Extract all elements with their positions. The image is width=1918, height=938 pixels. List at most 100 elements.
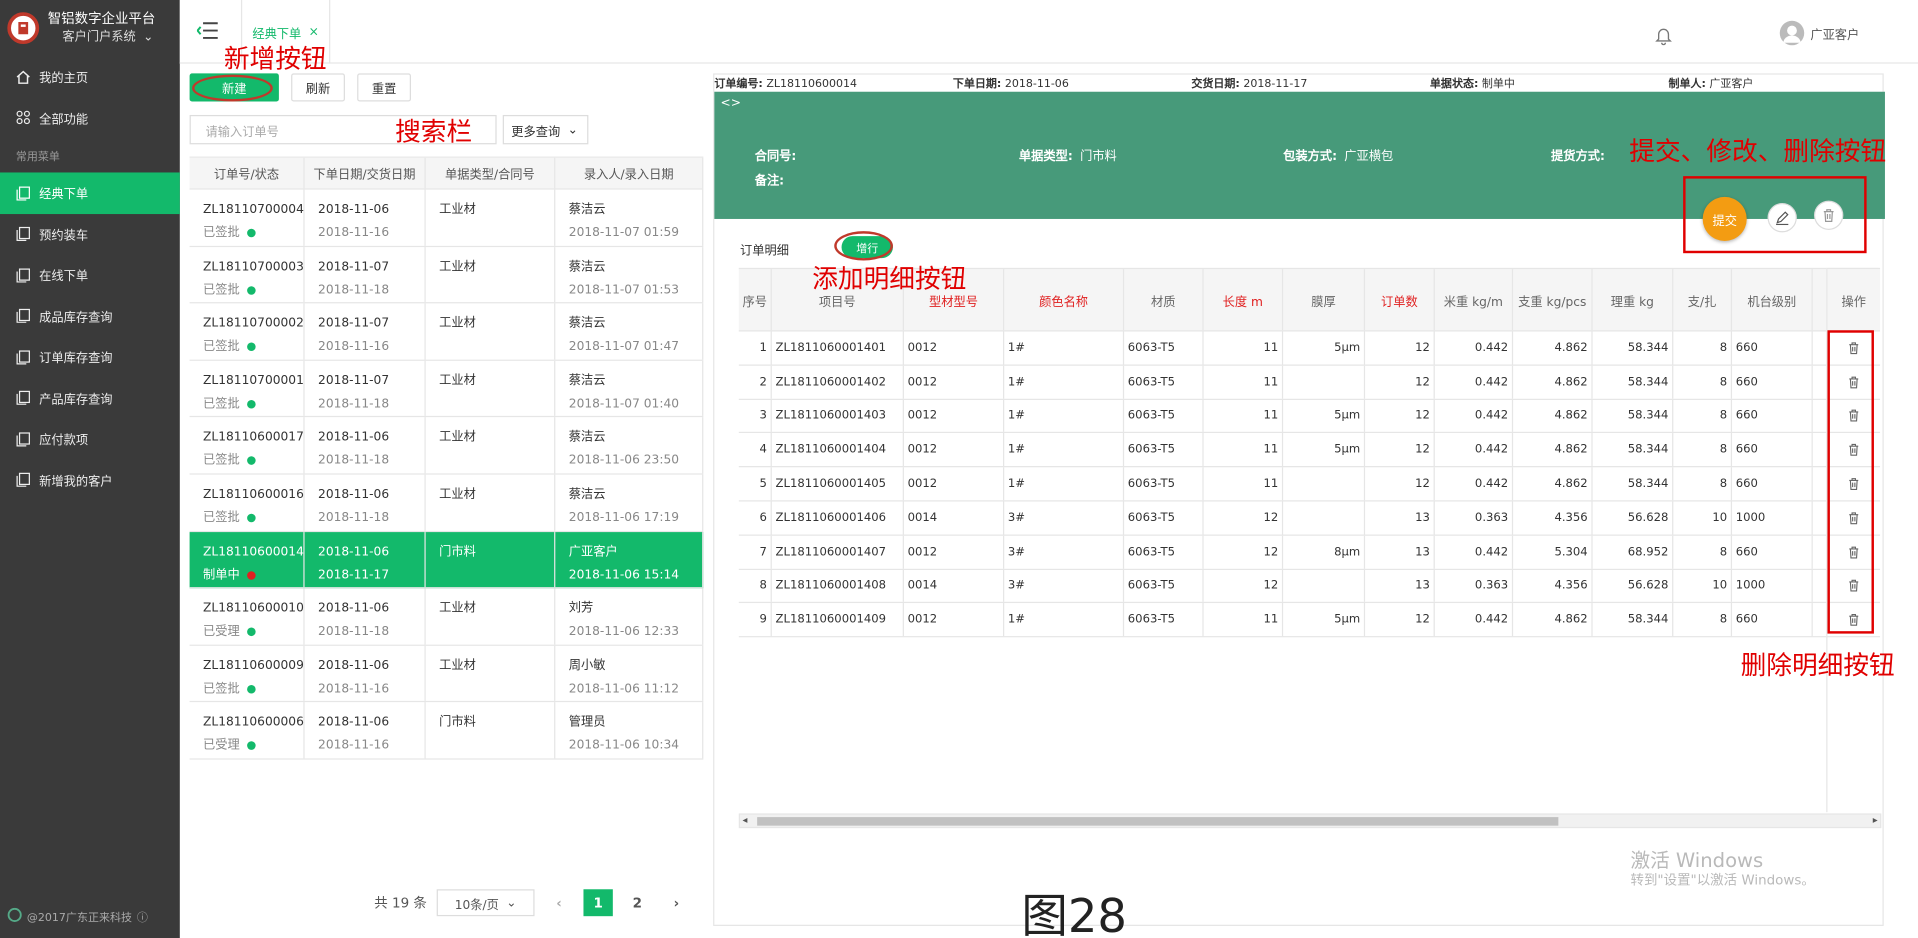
detail-cell[interactable]: 3# — [1004, 569, 1125, 603]
user-menu[interactable]: 广亚客户 — [1779, 20, 1859, 46]
detail-cell[interactable]: 11 — [1204, 467, 1284, 501]
detail-cell[interactable]: 12 — [1365, 331, 1435, 365]
detail-cell[interactable]: 12 — [1365, 467, 1435, 501]
detail-cell[interactable]: 12 — [1204, 569, 1284, 603]
detail-cell[interactable]: 6063-T5 — [1124, 467, 1204, 501]
detail-cell[interactable]: 8 — [1673, 603, 1733, 637]
list-row[interactable]: ZL18110600017 已签批 2018-11-06 2018-11-18 工业材 蔡… — [189, 417, 704, 475]
detail-cell[interactable]: 0012 — [904, 433, 1005, 467]
detail-cell[interactable]: 11 — [1204, 331, 1284, 365]
scrollbar-thumb[interactable] — [757, 817, 1559, 826]
nav-item-5[interactable]: 产品库存查询 — [0, 377, 180, 418]
detail-cell[interactable]: ZL1811060001407 — [772, 535, 904, 569]
detail-cell[interactable]: 0012 — [904, 365, 1005, 399]
detail-cell[interactable]: ZL1811060001408 — [772, 569, 904, 603]
scroll-right-icon[interactable]: ▸ — [1873, 815, 1878, 826]
detail-cell[interactable]: 8 — [1673, 365, 1733, 399]
detail-cell[interactable]: 0.442 — [1435, 535, 1514, 569]
detail-cell[interactable]: 660 — [1732, 433, 1813, 467]
detail-cell[interactable]: 6063-T5 — [1124, 365, 1204, 399]
detail-cell[interactable]: 1# — [1004, 331, 1125, 365]
detail-cell[interactable]: 6063-T5 — [1124, 331, 1204, 365]
detail-cell[interactable]: 13 — [1365, 535, 1435, 569]
detail-cell[interactable]: 660 — [1732, 399, 1813, 433]
system-selector[interactable]: 客户门户系统 ⌄ — [62, 28, 155, 46]
detail-cell[interactable]: 58.344 — [1593, 365, 1674, 399]
advanced-search-dropdown[interactable]: 更多查询 ⌄ — [502, 114, 589, 145]
list-row[interactable]: ZL18110600016 已签批 2018-11-06 2018-11-18 工业材 蔡… — [189, 474, 704, 532]
detail-cell[interactable]: 4.862 — [1513, 331, 1593, 365]
detail-cell[interactable]: 660 — [1732, 331, 1813, 365]
menu-toggle-icon[interactable] — [196, 22, 219, 43]
detail-cell[interactable]: 11 — [1204, 603, 1284, 637]
horizontal-scrollbar[interactable]: ◂ ▸ — [738, 813, 1882, 829]
collapse-toggle-icon[interactable]: <> — [720, 97, 741, 110]
detail-cell[interactable]: ZL1811060001401 — [772, 331, 904, 365]
detail-cell[interactable]: 4.356 — [1513, 569, 1593, 603]
detail-cell[interactable]: 5μm — [1283, 331, 1366, 365]
detail-cell[interactable]: 0014 — [904, 569, 1005, 603]
close-icon[interactable]: × — [309, 25, 319, 38]
detail-cell[interactable]: 660 — [1732, 467, 1813, 501]
detail-cell[interactable]: 58.344 — [1593, 467, 1674, 501]
detail-cell[interactable]: 12 — [1365, 365, 1435, 399]
detail-cell[interactable]: 1# — [1004, 365, 1125, 399]
detail-cell[interactable]: 4.862 — [1513, 467, 1593, 501]
nav-item-0[interactable]: 经典下单 — [0, 172, 180, 214]
detail-cell[interactable]: 5.304 — [1513, 535, 1593, 569]
page-1[interactable]: 1 — [583, 889, 613, 917]
detail-cell[interactable]: 8 — [1673, 331, 1733, 365]
next-page-icon[interactable]: › — [662, 889, 691, 916]
detail-cell[interactable]: 660 — [1732, 365, 1813, 399]
nav-all-functions[interactable]: 全部功能 — [0, 97, 180, 138]
detail-cell[interactable]: 2 — [739, 365, 772, 399]
detail-cell[interactable] — [1283, 569, 1366, 603]
detail-cell[interactable]: 660 — [1732, 535, 1813, 569]
detail-cell[interactable]: 0012 — [904, 603, 1005, 637]
detail-cell[interactable]: 4.862 — [1513, 399, 1593, 433]
detail-cell[interactable]: 5μm — [1283, 399, 1366, 433]
detail-cell[interactable]: 6063-T5 — [1124, 399, 1204, 433]
detail-cell[interactable]: 6063-T5 — [1124, 535, 1204, 569]
detail-cell[interactable] — [1283, 501, 1366, 535]
page-size-select[interactable]: 10条/页 ⌄ — [436, 889, 535, 917]
detail-cell[interactable]: 58.344 — [1593, 399, 1674, 433]
detail-cell[interactable]: ZL1811060001409 — [772, 603, 904, 637]
refresh-button[interactable]: 刷新 — [291, 73, 345, 102]
list-row[interactable]: ZL18110700002 已签批 2018-11-07 2018-11-16 工业材 蔡… — [189, 303, 704, 361]
nav-item-2[interactable]: 在线下单 — [0, 254, 180, 295]
detail-cell[interactable]: 11 — [1204, 399, 1284, 433]
detail-cell[interactable]: 13 — [1365, 501, 1435, 535]
detail-cell[interactable]: 660 — [1732, 603, 1813, 637]
detail-cell[interactable]: 56.628 — [1593, 569, 1674, 603]
detail-cell[interactable]: 13 — [1365, 569, 1435, 603]
detail-cell[interactable]: 4.356 — [1513, 501, 1593, 535]
detail-cell[interactable]: 6063-T5 — [1124, 433, 1204, 467]
nav-item-7[interactable]: 新增我的客户 — [0, 459, 180, 500]
detail-cell[interactable]: 1# — [1004, 603, 1125, 637]
page-2[interactable]: 2 — [623, 889, 652, 916]
detail-cell[interactable]: 8 — [739, 569, 772, 603]
detail-cell[interactable]: ZL1811060001403 — [772, 399, 904, 433]
detail-cell[interactable]: 68.952 — [1593, 535, 1674, 569]
detail-cell[interactable]: 0012 — [904, 467, 1005, 501]
list-row[interactable]: ZL18110600010 已受理 2018-11-06 2018-11-18 工业材 刘… — [189, 588, 704, 646]
detail-cell[interactable]: 0012 — [904, 399, 1005, 433]
detail-cell[interactable]: 12 — [1365, 603, 1435, 637]
detail-cell[interactable]: 0014 — [904, 501, 1005, 535]
scroll-left-icon[interactable]: ◂ — [742, 815, 747, 826]
detail-cell[interactable]: 1# — [1004, 467, 1125, 501]
detail-cell[interactable]: 7 — [739, 535, 772, 569]
detail-cell[interactable]: 3# — [1004, 535, 1125, 569]
detail-cell[interactable]: 0.442 — [1435, 399, 1514, 433]
detail-cell[interactable]: 8 — [1673, 399, 1733, 433]
detail-cell[interactable]: 0.442 — [1435, 365, 1514, 399]
detail-cell[interactable]: 4.862 — [1513, 365, 1593, 399]
detail-cell[interactable]: 5μm — [1283, 603, 1366, 637]
detail-cell[interactable] — [1283, 467, 1366, 501]
detail-cell[interactable]: 0.442 — [1435, 603, 1514, 637]
detail-cell[interactable]: 5μm — [1283, 433, 1366, 467]
detail-cell[interactable]: ZL1811060001404 — [772, 433, 904, 467]
reset-button[interactable]: 重置 — [357, 73, 411, 102]
detail-cell[interactable]: 1000 — [1732, 501, 1813, 535]
